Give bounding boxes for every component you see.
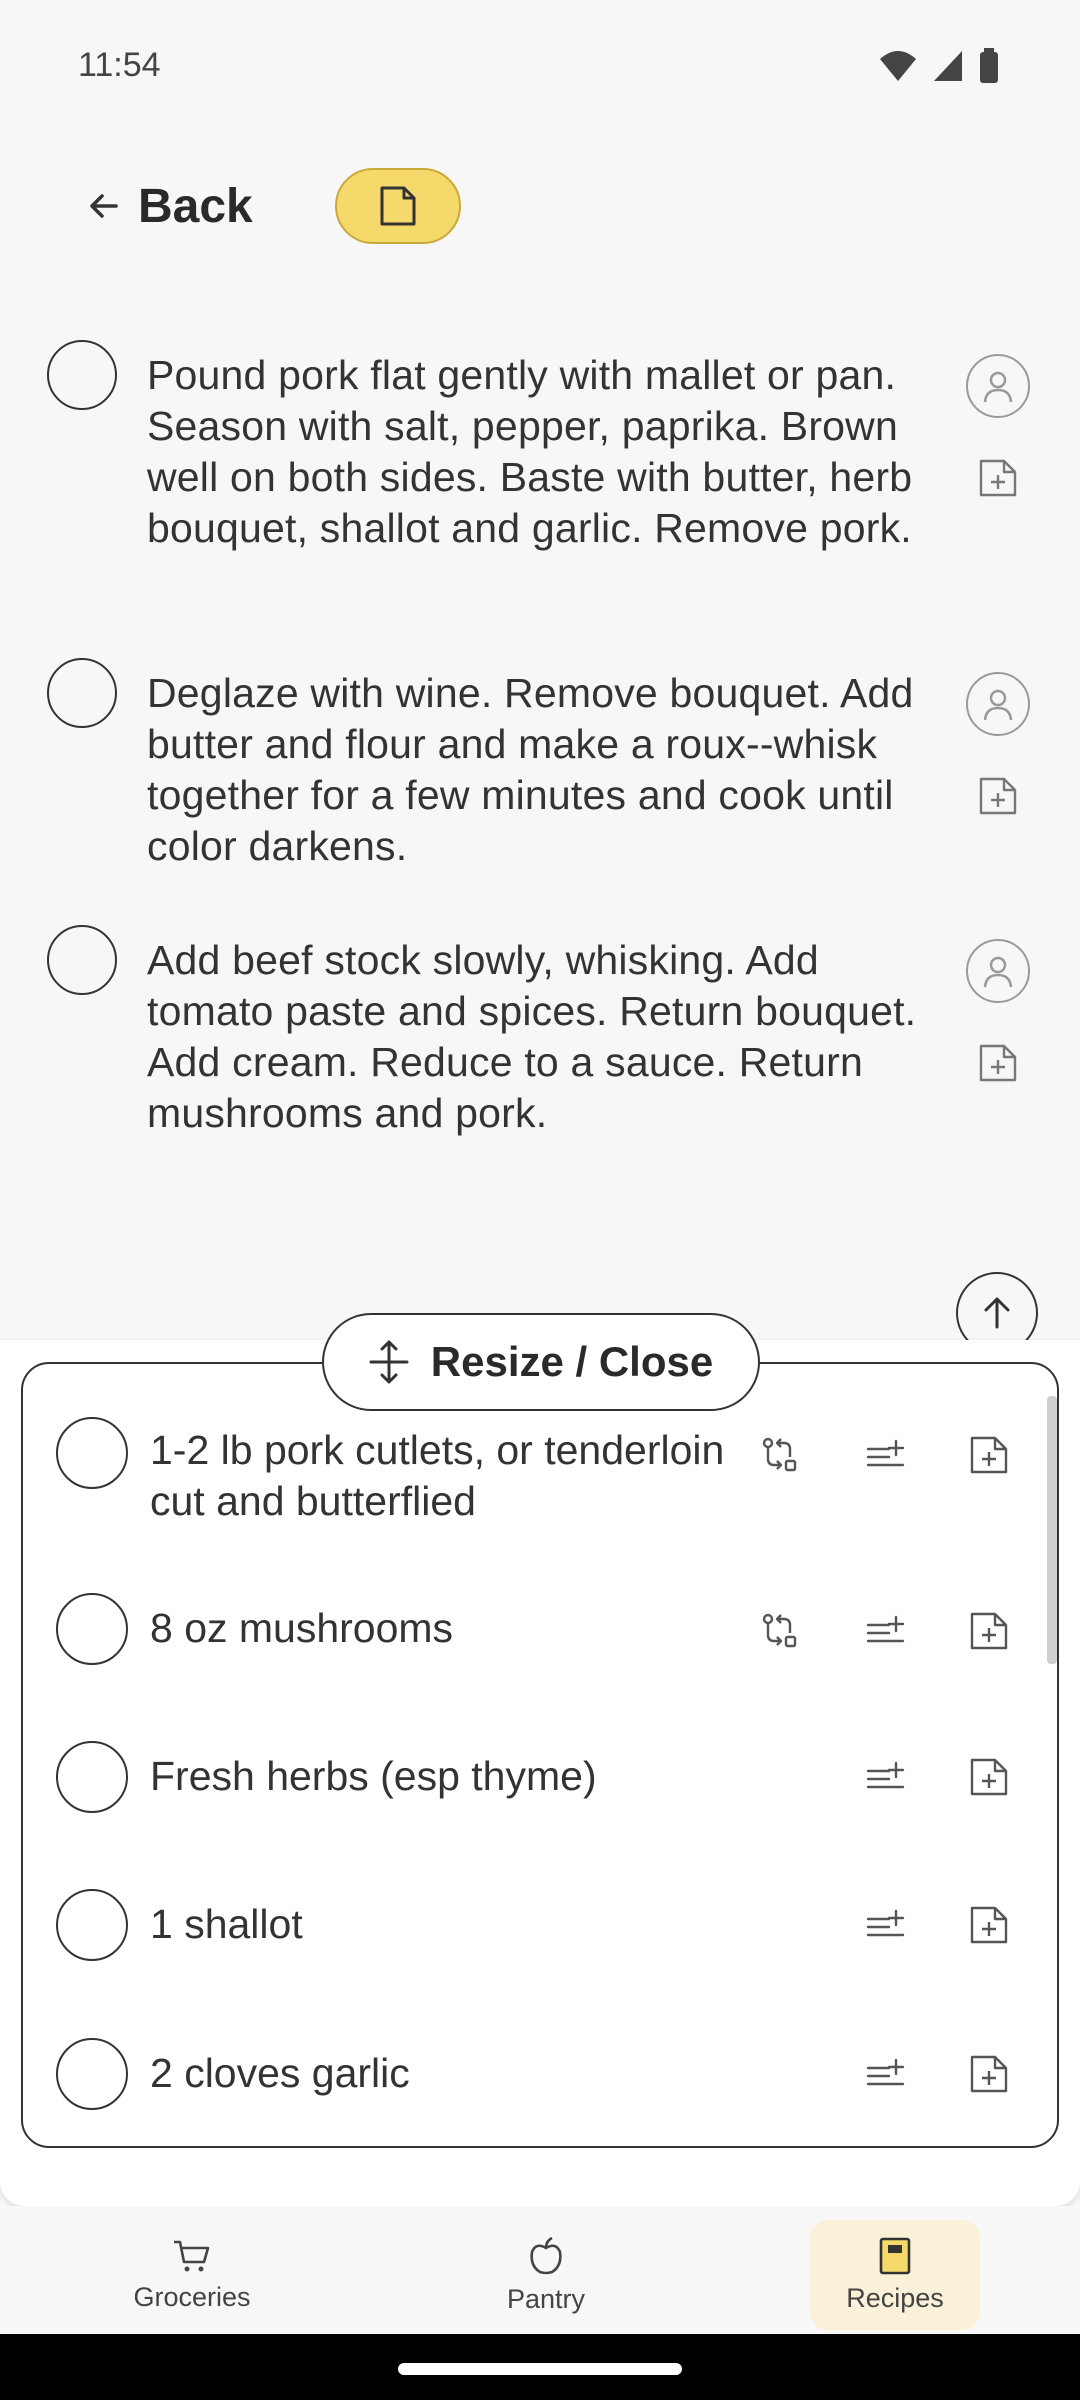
add-to-list-button[interactable] <box>859 1899 911 1951</box>
add-note-button[interactable] <box>976 774 1020 818</box>
swap-icon <box>762 1613 797 1648</box>
add-note-button[interactable] <box>963 1429 1015 1481</box>
add-note-button[interactable] <box>976 456 1020 500</box>
ingredient-text: Fresh herbs (esp thyme) <box>150 1753 597 1799</box>
ingredient-checkbox[interactable] <box>56 2038 128 2110</box>
back-button[interactable]: Back <box>86 170 253 242</box>
substitute-button[interactable] <box>753 1429 805 1481</box>
book-icon <box>879 2237 911 2274</box>
arrow-up-icon <box>984 1297 1010 1329</box>
note-add-icon <box>979 1044 1017 1082</box>
back-label: Back <box>138 179 253 233</box>
note-add-icon <box>970 1612 1008 1650</box>
person-icon <box>983 956 1013 988</box>
ingredient-text: 2 cloves garlic <box>150 2050 410 2096</box>
nav-label: Pantry <box>506 2283 586 2314</box>
person-icon <box>983 689 1013 721</box>
add-note-button[interactable] <box>976 1041 1020 1085</box>
status-time: 11:54 <box>78 46 161 84</box>
swap-icon <box>762 1437 797 1472</box>
apple-icon <box>530 2236 562 2274</box>
ingredient-checkbox[interactable] <box>56 1741 128 1813</box>
ingredient-checkbox[interactable] <box>56 1593 128 1665</box>
add-to-list-button[interactable] <box>859 1429 911 1481</box>
status-bar: 11:54 <box>0 0 1080 130</box>
assign-person-button[interactable] <box>966 672 1030 736</box>
nav-pantry[interactable]: Pantry <box>461 2220 631 2330</box>
assign-person-button[interactable] <box>966 939 1030 1003</box>
signal-icon <box>934 51 962 81</box>
substitute-button[interactable] <box>753 1605 805 1657</box>
step-checkbox[interactable] <box>47 340 117 410</box>
note-icon <box>380 186 416 226</box>
add-to-list-button[interactable] <box>859 1605 911 1657</box>
arrow-left-icon <box>90 194 118 218</box>
note-add-icon <box>979 459 1017 497</box>
step-checkbox[interactable] <box>47 658 117 728</box>
step-checkbox[interactable] <box>47 925 117 995</box>
note-add-icon <box>970 2055 1008 2093</box>
ingredient-text: 1 shallot <box>150 1901 303 1947</box>
nav-label: Recipes <box>846 2282 944 2313</box>
playlist-add-icon <box>866 1615 905 1643</box>
note-add-icon <box>970 1758 1008 1796</box>
ingredients-list[interactable]: 1-2 lb pork cutlets, or tenderloin cut a… <box>21 1362 1059 2148</box>
battery-icon <box>980 48 998 83</box>
nav-label: Groceries <box>133 2281 251 2312</box>
note-add-icon <box>970 1906 1008 1944</box>
resize-icon <box>369 1340 409 1384</box>
ingredient-text: 1-2 lb pork cutlets, or tenderloin cut a… <box>150 1427 725 1524</box>
playlist-add-icon <box>866 2058 905 2086</box>
resize-close-label: Resize / Close <box>430 1338 714 1385</box>
add-note-button[interactable] <box>963 1605 1015 1657</box>
resize-close-button[interactable]: Resize / Close <box>322 1313 760 1411</box>
bottom-navigation: Groceries Pantry Recipes <box>0 2206 1080 2334</box>
nav-recipes[interactable]: Recipes <box>810 2220 980 2330</box>
assign-person-button[interactable] <box>966 354 1030 418</box>
note-add-icon <box>970 1436 1008 1474</box>
ingredient-checkbox[interactable] <box>56 1417 128 1489</box>
wifi-icon <box>880 51 916 81</box>
ingredient-text: 8 oz mushrooms <box>150 1605 454 1651</box>
recipe-note-button[interactable] <box>335 168 461 244</box>
note-add-icon <box>979 777 1017 815</box>
status-icons <box>878 48 1000 84</box>
person-icon <box>983 371 1013 403</box>
add-to-list-button[interactable] <box>859 1751 911 1803</box>
cart-icon <box>174 2240 210 2271</box>
step-text: Deglaze with wine. Remove bouquet. Add b… <box>147 670 914 869</box>
playlist-add-icon <box>866 1909 905 1937</box>
nav-groceries[interactable]: Groceries <box>107 2220 277 2330</box>
add-note-button[interactable] <box>963 2048 1015 2100</box>
gesture-navigation-bar <box>0 2334 1080 2400</box>
step-text: Pound pork flat gently with mallet or pa… <box>147 352 913 551</box>
scrollbar[interactable] <box>1047 1396 1057 1664</box>
add-note-button[interactable] <box>963 1899 1015 1951</box>
playlist-add-icon <box>866 1761 905 1789</box>
step-text: Add beef stock slowly, whisking. Add tom… <box>147 937 917 1136</box>
ingredient-checkbox[interactable] <box>56 1889 128 1961</box>
add-to-list-button[interactable] <box>859 2048 911 2100</box>
home-gesture-handle[interactable] <box>398 2363 682 2375</box>
add-note-button[interactable] <box>963 1751 1015 1803</box>
playlist-add-icon <box>866 1439 905 1467</box>
